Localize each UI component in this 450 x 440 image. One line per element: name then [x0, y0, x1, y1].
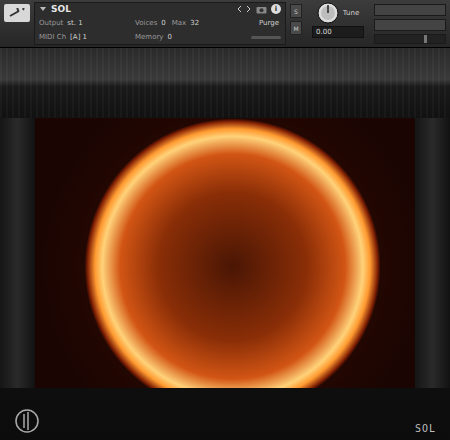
- side-button[interactable]: S: [290, 4, 302, 18]
- midi-channel-field[interactable]: MIDI Ch[A] 1: [39, 32, 129, 43]
- sun-photo: [35, 118, 415, 388]
- camera-icon[interactable]: [256, 5, 267, 14]
- next-icon[interactable]: [246, 5, 252, 13]
- voices-field: Voices0: [135, 18, 166, 29]
- volume-slider[interactable]: [374, 34, 446, 44]
- top-band: [0, 48, 450, 118]
- info-button[interactable]: i: [271, 4, 281, 14]
- meters: [374, 2, 446, 45]
- side-button[interactable]: M: [290, 21, 302, 35]
- instrument-name: SOL: [51, 4, 71, 14]
- pan-slider[interactable]: [251, 36, 281, 39]
- screen-row: [0, 118, 450, 388]
- side-buttons: SM: [290, 2, 302, 45]
- output-field[interactable]: Outputst. 1: [39, 18, 129, 29]
- level-meter: [374, 19, 446, 31]
- wrench-button[interactable]: [4, 4, 30, 22]
- tune-knob-icon[interactable]: [317, 2, 339, 24]
- info-panel: SOL i Outputst. 1 Voices0 Max32 Purge MIDI Ch[…: [34, 2, 286, 45]
- right-pillar: [415, 118, 450, 388]
- prev-icon[interactable]: [236, 5, 242, 13]
- wrench-icon: [9, 8, 25, 18]
- tune-area: Tune 0.00: [306, 2, 370, 45]
- floor: SOL: [0, 388, 450, 440]
- max-field[interactable]: Max32: [172, 18, 199, 29]
- memory-field: Memory0: [135, 32, 172, 43]
- product-logo: SOL: [415, 423, 436, 434]
- title-row: SOL i: [39, 4, 281, 14]
- midi-row: MIDI Ch[A] 1 Memory0: [39, 32, 281, 43]
- tune-value[interactable]: 0.00: [312, 26, 364, 38]
- instrument-header: SOL i Outputst. 1 Voices0 Max32 Purge MIDI Ch[…: [0, 0, 450, 48]
- purge-dropdown[interactable]: Purge: [259, 18, 281, 29]
- left-pillar: [0, 118, 35, 388]
- instrument-window: SOL i Outputst. 1 Voices0 Max32 Purge MIDI Ch[…: [0, 0, 450, 440]
- caret-icon[interactable]: [39, 5, 47, 13]
- tune-label: Tune: [343, 9, 359, 17]
- stage: SOL: [0, 48, 450, 440]
- level-meter: [374, 4, 446, 16]
- brand-logo-icon: [14, 408, 40, 434]
- output-row: Outputst. 1 Voices0 Max32 Purge: [39, 18, 281, 29]
